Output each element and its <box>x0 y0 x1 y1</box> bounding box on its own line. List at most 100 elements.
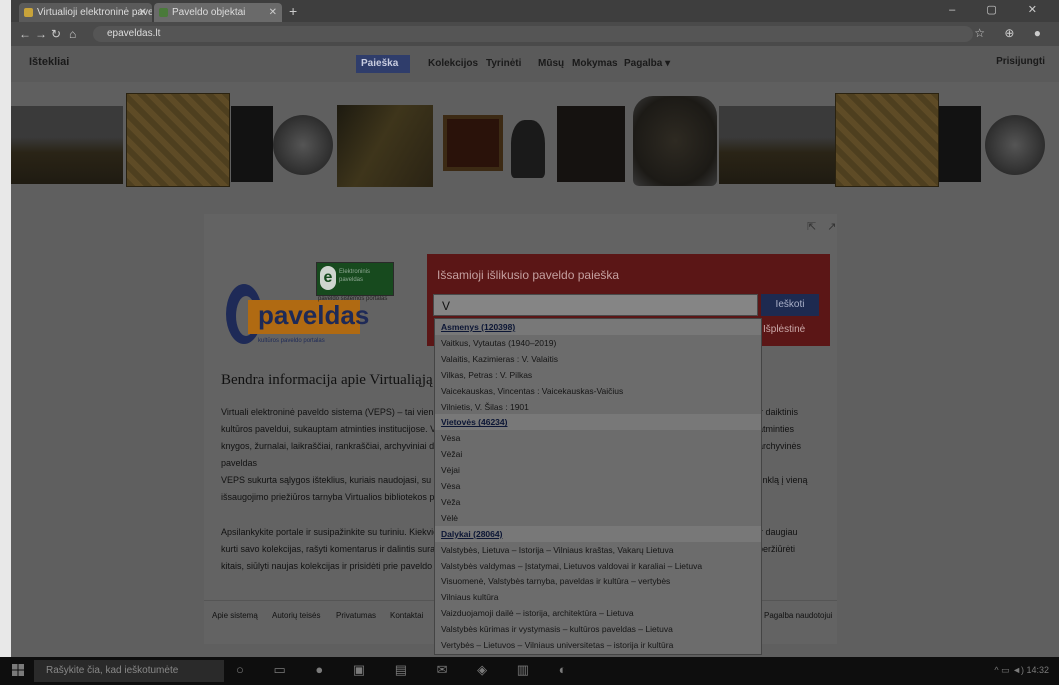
logo-subtext: kultūros paveldo portalas <box>258 338 325 344</box>
footer-link-copyright[interactable]: Autorių teisės <box>272 611 320 620</box>
extension-icons[interactable]: ☆ ⊕ ● <box>974 26 1049 40</box>
suggestion-item[interactable]: Vėsa <box>435 430 761 446</box>
banner-image-city-2[interactable] <box>719 106 835 184</box>
info-paragraph-line: VEPS sukurta sąlygos išteklius, kuriais … <box>221 475 441 485</box>
banner-image-coin[interactable] <box>273 115 333 175</box>
suggestion-category[interactable]: Vietovės (46234) <box>435 414 761 431</box>
forward-icon[interactable]: → <box>35 27 47 41</box>
new-tab-button[interactable]: + <box>289 3 297 20</box>
share-icons[interactable]: ⇱ ↗ <box>807 220 841 233</box>
search-input[interactable]: V <box>433 294 758 316</box>
windows-start-icon[interactable] <box>12 664 24 676</box>
suggestion-item[interactable]: Vilnietis, V. Šilas : 1901 <box>435 399 761 415</box>
login-link[interactable]: Prisijungti <box>996 56 1045 67</box>
suggestion-item[interactable]: Vėžai <box>435 446 761 462</box>
browser-tab-1[interactable]: Virtualioji elektroninė paveldo sistema … <box>19 3 152 22</box>
suggestion-item[interactable]: Valstybės, Lietuva – Istorija – Vilniaus… <box>435 542 761 558</box>
site-favicon-icon <box>159 8 168 17</box>
info-paragraph2-right: ir daugiau <box>758 527 798 537</box>
heritage-banner <box>11 90 1059 190</box>
suggestion-item[interactable]: Valstybės valdymas – Įstatymai, Lietuvos… <box>435 558 761 574</box>
tab-label: Paveldo objektai <box>172 7 246 18</box>
footer-link-privacy[interactable]: Privatumas <box>336 611 376 620</box>
banner-image-statue[interactable] <box>511 120 545 178</box>
taskbar-app-icons[interactable]: ○ ▭ ● ▣ ▤ ✉ ◈ ▥ ◐ <box>236 662 579 678</box>
elektroninis-paveldas-badge[interactable]: e Elektroninis paveldas <box>316 262 394 296</box>
site-navbar: Ištekliai Paieška Kolekcijos Tyrinėti Mū… <box>11 46 1059 82</box>
nav-item-help[interactable]: Pagalba ▾ <box>619 55 675 73</box>
reload-icon[interactable]: ↻ <box>51 27 61 41</box>
nav-item-education[interactable]: Mokymas <box>567 55 623 73</box>
left-screen-edge <box>0 0 11 685</box>
info-paragraph-line: kultūros paveldui, sukauptam atminties i… <box>221 424 441 434</box>
footer-link-help[interactable]: Pagalba naudotojui <box>764 611 833 620</box>
suggestion-item[interactable]: Vaizduojamoji dailė – istorija, architek… <box>435 605 761 621</box>
window-controls[interactable]: – ▢ ✕ <box>949 3 1051 16</box>
site-favicon-icon <box>24 8 33 17</box>
info-paragraph2-line: kurti savo kolekcijas, rašyti komentarus… <box>221 544 441 554</box>
suggestion-item[interactable]: Vilniaus kultūra <box>435 589 761 605</box>
logo-text: paveldas <box>258 300 370 330</box>
suggestion-item[interactable]: Vilkas, Petras : V. Pilkas <box>435 367 761 383</box>
suggestion-item[interactable]: Vaicekauskas, Vincentas : Vaicekauskas-V… <box>435 383 761 399</box>
banner-image-dark[interactable] <box>231 106 273 182</box>
advanced-search-link[interactable]: Išplėstinė <box>763 324 805 335</box>
info-paragraph-line: paveldas <box>221 458 258 468</box>
close-tab-icon[interactable]: ✕ <box>139 3 147 22</box>
info-paragraph-line: knygos, žurnalai, laikraščiai, rankrašči… <box>221 441 441 451</box>
banner-image-dark-3[interactable] <box>939 106 981 182</box>
info-paragraph-right: tinklą į vieną <box>758 475 808 485</box>
suggestion-item[interactable]: Valstybės kūrimas ir vystymasis – kultūr… <box>435 621 761 637</box>
system-tray[interactable]: ^ ▭ ◄) 14:32 <box>994 665 1049 676</box>
suggestion-item[interactable]: Vaitkus, Vytautas (1940–2019) <box>435 335 761 351</box>
banner-image-dark-2[interactable] <box>557 106 625 182</box>
info-paragraph-line: Virtuali elektroninė paveldo sistema (VE… <box>221 407 441 417</box>
badge-caption: paveldo sistemos portalas <box>318 296 388 302</box>
banner-image-city[interactable] <box>11 106 123 184</box>
windows-taskbar: Rašykite čia, kad ieškotumėte ○ ▭ ● ▣ ▤ … <box>0 657 1059 685</box>
browser-tab-bar: Virtualioji elektroninė paveldo sistema … <box>11 0 1059 22</box>
info-paragraph-right: archyvinės <box>758 441 802 451</box>
info-paragraph2-line: Apsilankykite portale ir susipažinkite s… <box>221 527 441 537</box>
suggestion-category[interactable]: Asmenys (120398) <box>435 319 761 335</box>
browser-tab-2[interactable]: Paveldo objektai ✕ <box>154 3 282 22</box>
close-tab-icon[interactable]: ✕ <box>269 3 277 22</box>
info-paragraph-right: ir daiktinis <box>758 407 799 417</box>
home-icon[interactable]: ⌂ <box>69 27 76 41</box>
info-paragraph-line: išsaugojimo priežiūros tarnyba Virtualio… <box>221 492 441 502</box>
suggestion-item[interactable]: Vėlė <box>435 510 761 526</box>
suggestion-item[interactable]: Vėsa <box>435 478 761 494</box>
info-paragraph2-right: peržiūrėti <box>758 544 796 554</box>
search-button[interactable]: Ieškoti <box>761 294 819 316</box>
info-paragraph-right: atminties <box>758 424 795 434</box>
banner-image-map-2[interactable] <box>835 93 939 187</box>
banner-image-carriage[interactable] <box>633 96 717 186</box>
banner-image-painting[interactable] <box>337 105 433 187</box>
suggestion-category[interactable]: Dalykai (28064) <box>435 525 761 542</box>
banner-image-embroidery[interactable] <box>443 115 503 171</box>
url-input[interactable]: epaveldas.lt <box>93 26 973 42</box>
info-paragraph2-line: kitais, siūlyti naujas kolekcijas ir pri… <box>221 561 441 571</box>
search-autocomplete-dropdown: Asmenys (120398) Vaitkus, Vytautas (1940… <box>434 318 762 655</box>
footer-link-about[interactable]: Apie sistemą <box>212 611 258 620</box>
back-icon[interactable]: ← <box>19 27 31 41</box>
suggestion-item[interactable]: Vėjai <box>435 462 761 478</box>
tab-label: Virtualioji elektroninė paveldo sistema <box>37 7 152 18</box>
taskbar-search-input[interactable]: Rašykite čia, kad ieškotumėte <box>34 660 224 682</box>
search-title: Išsamioji išlikusio paveldo paieška <box>437 268 620 282</box>
suggestion-item[interactable]: Vėža <box>435 494 761 510</box>
browser-address-bar: ← → ↻ ⌂ epaveldas.lt ☆ ⊕ ● <box>11 22 1059 46</box>
nav-item-search[interactable]: Paieška <box>356 55 410 73</box>
nav-item-about[interactable]: Mūsų <box>533 55 569 73</box>
banner-image-coin-2[interactable] <box>985 115 1045 175</box>
suggestion-item[interactable]: Valaitis, Kazimieras : V. Valaitis <box>435 351 761 367</box>
footer-link-contacts[interactable]: Kontaktai <box>390 611 423 620</box>
badge-e-icon: e <box>320 266 336 290</box>
banner-image-map[interactable] <box>126 93 230 187</box>
badge-text: Elektroninis paveldas <box>339 269 371 283</box>
site-brand[interactable]: Ištekliai <box>29 56 69 68</box>
nav-item-collections[interactable]: Kolekcijos <box>423 55 483 73</box>
nav-item-explore[interactable]: Tyrinėti <box>481 55 526 73</box>
suggestion-item[interactable]: Visuomenė, Valstybės tarnyba, paveldas i… <box>435 573 761 589</box>
suggestion-item[interactable]: Vertybės – Lietuvos – Vilniaus universit… <box>435 637 761 653</box>
